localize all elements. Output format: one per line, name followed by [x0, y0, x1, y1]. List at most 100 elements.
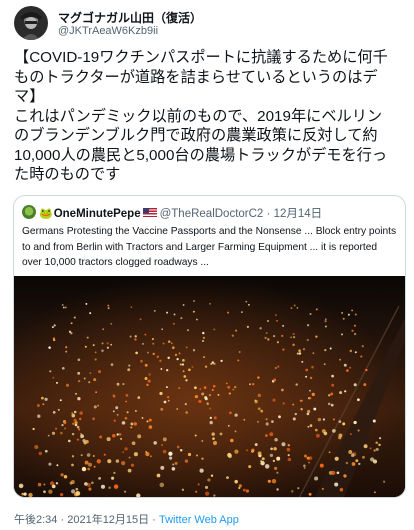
author-avatar[interactable] — [14, 6, 48, 40]
vehicle-light — [160, 465, 165, 470]
vehicle-light — [311, 392, 315, 397]
quoted-author-name[interactable]: OneMinutePepe — [54, 208, 141, 220]
tweet-line: これはパンデミック以前のもので、2019年にベルリン — [14, 107, 383, 125]
vehicle-light — [198, 399, 202, 403]
vehicle-light — [281, 388, 284, 392]
vehicle-light — [65, 350, 68, 353]
quoted-tweet-date[interactable]: 12月14日 — [274, 208, 323, 220]
vehicle-light — [148, 425, 153, 429]
vehicle-light — [174, 461, 178, 465]
vehicle-light — [261, 457, 265, 461]
author-display-name[interactable]: マグゴナガル山田（復活） — [58, 9, 202, 26]
quoted-author-avatar[interactable] — [22, 205, 36, 219]
vehicle-light — [184, 459, 189, 463]
vehicle-light — [302, 347, 306, 351]
vehicle-light — [303, 467, 306, 469]
vehicle-light — [165, 368, 169, 372]
vehicle-light — [273, 378, 277, 382]
vehicle-light — [185, 346, 188, 349]
vehicle-light — [306, 456, 310, 460]
vehicle-light — [264, 464, 270, 469]
vehicle-light — [73, 316, 76, 319]
vehicle-light — [112, 433, 116, 438]
vehicle-light — [59, 492, 64, 497]
vehicle-light — [37, 482, 42, 487]
vehicle-light — [127, 468, 132, 473]
vehicle-light — [128, 364, 131, 367]
vehicle-light — [75, 392, 77, 395]
vehicle-light — [97, 404, 100, 407]
quoted-tweet-video[interactable] — [14, 276, 405, 497]
vehicle-light — [122, 383, 125, 386]
vehicle-light — [309, 376, 313, 380]
meta-separator: · — [266, 208, 271, 220]
vehicle-light — [358, 462, 361, 466]
vehicle-light — [350, 453, 355, 458]
vehicle-light — [197, 483, 200, 486]
vehicle-light — [80, 432, 83, 435]
author-handle[interactable]: @JKTrAeaW6Kzb9ii — [58, 25, 158, 37]
vehicle-light — [194, 434, 197, 437]
vehicle-light — [340, 333, 344, 336]
vehicle-light — [220, 359, 223, 363]
vehicle-light — [292, 343, 295, 347]
vehicle-light — [243, 418, 246, 421]
vehicle-light — [176, 445, 180, 449]
tweet-source-app[interactable]: Twitter Web App — [159, 514, 239, 526]
vehicle-light — [54, 427, 58, 430]
vehicle-light — [308, 461, 310, 464]
vehicle-light — [353, 324, 357, 327]
vehicle-light — [84, 345, 87, 348]
vehicle-light — [95, 391, 98, 394]
vehicle-light — [106, 437, 111, 442]
vehicle-light — [331, 383, 335, 387]
vehicle-light — [372, 419, 376, 423]
vehicle-light — [147, 351, 149, 354]
vehicle-light — [47, 434, 50, 437]
vehicle-light — [357, 429, 360, 432]
vehicle-light — [50, 481, 55, 486]
vehicle-light — [167, 356, 170, 360]
vehicle-light — [303, 464, 306, 468]
vehicle-light — [227, 452, 232, 458]
vehicle-light — [379, 437, 382, 440]
vehicle-light — [99, 435, 103, 439]
vehicle-light — [199, 388, 202, 390]
vehicle-light — [208, 393, 212, 397]
vehicle-light — [142, 342, 144, 345]
vehicle-light — [71, 413, 76, 418]
vehicle-light — [194, 394, 199, 399]
vehicle-light — [300, 399, 304, 402]
quoted-tweet-card[interactable]: 🐸OneMinutePepe @TheRealDoctorC2 · 12月14日 … — [13, 195, 406, 498]
vehicle-light — [274, 438, 278, 442]
vehicle-light — [344, 390, 347, 393]
vehicle-light — [130, 463, 135, 467]
vehicle-light — [201, 439, 204, 443]
vehicle-light — [130, 426, 133, 429]
vehicle-light — [315, 335, 318, 338]
vehicle-light — [277, 365, 280, 368]
vehicle-light — [195, 318, 198, 321]
vehicle-light — [204, 365, 208, 368]
vehicle-light — [115, 406, 119, 410]
vehicle-light — [257, 407, 261, 411]
vehicle-light — [321, 487, 324, 490]
vehicle-light — [281, 442, 286, 447]
vehicle-light — [201, 457, 204, 460]
vehicle-light — [211, 361, 214, 364]
tweet-time[interactable]: 午後2:34 — [14, 514, 57, 526]
vehicle-light — [52, 411, 56, 414]
vehicle-light — [212, 437, 215, 440]
quoted-author-handle[interactable]: @TheRealDoctorC2 — [160, 208, 264, 220]
vehicle-light — [301, 360, 304, 363]
vehicle-light — [213, 328, 216, 331]
tweet-date[interactable]: 2021年12月15日 — [67, 514, 149, 526]
vehicle-light — [312, 352, 315, 355]
tweet-line: のブランデンブルク門で政府の農業政策に反対して約 — [14, 127, 378, 144]
vehicle-light — [36, 404, 40, 407]
vehicle-light — [204, 485, 209, 489]
vehicle-light — [182, 304, 185, 306]
vehicle-light — [85, 439, 89, 444]
vehicle-light — [64, 306, 67, 309]
vehicle-light — [75, 490, 81, 496]
